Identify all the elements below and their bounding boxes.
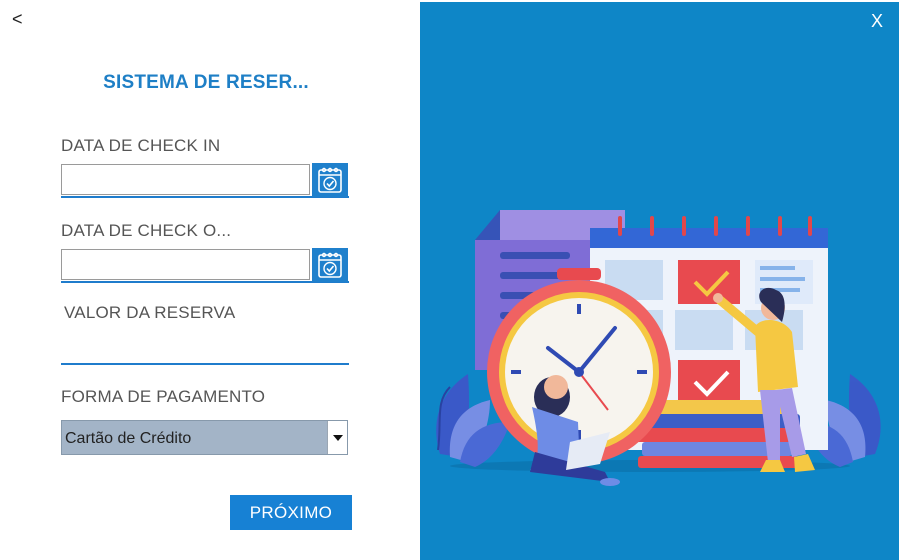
check-out-calendar-button[interactable] <box>312 248 348 282</box>
reservation-calendar-clock-illustration <box>436 210 881 486</box>
valor-field[interactable] <box>61 334 349 362</box>
calendar-check-icon <box>318 167 342 193</box>
dropdown-arrow-button[interactable] <box>327 421 347 454</box>
next-button[interactable]: PRÓXIMO <box>230 495 352 530</box>
valor-underline <box>61 363 349 365</box>
payment-method-value: Cartão de Crédito <box>65 430 192 447</box>
check-in-field[interactable] <box>61 164 310 195</box>
check-out-underline <box>61 281 349 283</box>
check-in-calendar-button[interactable] <box>312 163 348 197</box>
illustration-panel: X <box>420 2 899 560</box>
page-title: SISTEMA DE RESER... <box>103 72 309 93</box>
check-out-label: DATA DE CHECK O... <box>61 221 232 240</box>
calendar-check-icon <box>318 252 342 278</box>
payment-method-select[interactable]: Cartão de Crédito <box>61 420 348 455</box>
check-in-label: DATA DE CHECK IN <box>61 136 221 155</box>
pagamento-label: FORMA DE PAGAMENTO <box>61 387 266 406</box>
triangle-down-icon <box>332 434 343 441</box>
back-button[interactable]: < <box>12 9 23 30</box>
check-out-field[interactable] <box>61 249 310 280</box>
form-panel: < SISTEMA DE RESER... DATA DE CHECK IN D… <box>0 0 420 560</box>
valor-label: VALOR DA RESERVA <box>64 303 236 322</box>
check-in-underline <box>61 196 349 198</box>
